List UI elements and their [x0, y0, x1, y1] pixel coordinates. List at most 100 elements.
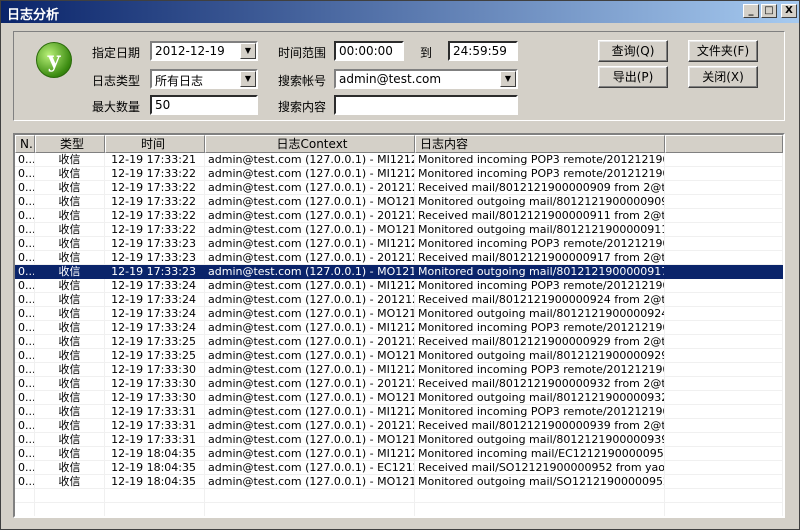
table-cell: Monitored incoming POP3 remote/201212190… — [415, 237, 665, 251]
title-bar[interactable]: 日志分析 _ □ X — [1, 1, 799, 23]
log-table[interactable]: N. 类型 时间 日志Context 日志内容 0... 收信 12-19 17:3… — [13, 133, 785, 518]
table-cell: Received mail/8012121900000929 from 2@te… — [415, 335, 665, 349]
table-cell-empty — [665, 307, 783, 321]
table-cell-empty — [665, 181, 783, 195]
table-row[interactable]: 0... 收信 12-19 17:33:31 admin@test.com (127.… — [15, 405, 783, 419]
column-header-context[interactable]: 日志Context — [205, 135, 415, 153]
table-cell: 0... — [15, 293, 35, 307]
table-row[interactable]: 0... 收信 12-19 17:33:21 admin@test.com (127.… — [15, 153, 783, 167]
table-cell: 12-19 17:33:22 — [105, 167, 205, 181]
table-cell-empty — [665, 251, 783, 265]
table-row[interactable]: 0... 收信 12-19 17:33:30 admin@test.com (127.… — [15, 391, 783, 405]
time-to-input[interactable]: 24:59:59 — [448, 41, 518, 61]
table-cell: admin@test.com (127.0.0.1) - EC12121... — [205, 461, 415, 475]
table-row[interactable]: 0... 收信 12-19 17:33:30 admin@test.com (127.… — [15, 363, 783, 377]
table-cell-empty — [665, 335, 783, 349]
table-row[interactable]: 0... 收信 12-19 17:33:22 admin@test.com (127.… — [15, 181, 783, 195]
table-cell: Monitored incoming mail/EC12121900000953… — [415, 447, 665, 461]
table-cell: admin@test.com (127.0.0.1) - MI12121... — [205, 279, 415, 293]
table-cell-empty — [665, 461, 783, 475]
table-cell: admin@test.com (127.0.0.1) - MI12121... — [205, 153, 415, 167]
table-row[interactable]: 0... 收信 12-19 17:33:25 admin@test.com (127.… — [15, 349, 783, 363]
table-row[interactable]: 0... 收信 12-19 17:33:24 admin@test.com (127.… — [15, 279, 783, 293]
table-row[interactable]: 0... 收信 12-19 17:33:22 admin@test.com (127.… — [15, 223, 783, 237]
table-cell: admin@test.com (127.0.0.1) - MI12121... — [205, 321, 415, 335]
table-cell: 收信 — [35, 195, 105, 209]
table-cell: 12-19 17:33:25 — [105, 335, 205, 349]
maximize-button[interactable]: □ — [761, 4, 777, 18]
table-row[interactable]: 0... 收信 12-19 18:04:35 admin@test.com (127.… — [15, 461, 783, 475]
table-row[interactable]: 0... 收信 12-19 18:04:35 admin@test.com (127.… — [15, 475, 783, 489]
table-row[interactable]: 0... 收信 12-19 17:33:24 admin@test.com (127.… — [15, 307, 783, 321]
chevron-down-icon[interactable]: ▼ — [240, 43, 256, 59]
table-cell: admin@test.com (127.0.0.1) - MI12121... — [205, 167, 415, 181]
table-cell: Received mail/8012121900000909 from 2@te… — [415, 181, 665, 195]
column-header-time[interactable]: 时间 — [105, 135, 205, 153]
table-cell: Monitored outgoing mail/8012121900000911… — [415, 223, 665, 237]
table-cell: 收信 — [35, 349, 105, 363]
table-header: N. 类型 时间 日志Context 日志内容 — [15, 135, 783, 153]
table-cell: admin@test.com (127.0.0.1) - 2012121... — [205, 209, 415, 223]
account-select[interactable]: admin@test.com ▼ — [334, 69, 518, 89]
table-cell: Received mail/8012121900000911 from 2@te… — [415, 209, 665, 223]
table-cell: 收信 — [35, 461, 105, 475]
table-cell: admin@test.com (127.0.0.1) - 2012121... — [205, 251, 415, 265]
table-row[interactable]: 0... 收信 12-19 17:33:25 admin@test.com (127.… — [15, 335, 783, 349]
time-from-input[interactable]: 00:00:00 — [334, 41, 404, 61]
column-header-no[interactable]: N. — [15, 135, 35, 153]
table-cell: 12-19 17:33:24 — [105, 279, 205, 293]
table-cell: 0... — [15, 237, 35, 251]
table-cell: 收信 — [35, 475, 105, 489]
table-cell: 收信 — [35, 181, 105, 195]
table-row[interactable]: 0... 收信 12-19 17:33:23 admin@test.com (127.… — [15, 265, 783, 279]
table-row[interactable]: 0... 收信 12-19 18:04:35 admin@test.com (127.… — [15, 447, 783, 461]
log-type-value: 所有日志 — [155, 74, 204, 88]
table-cell: admin@test.com (127.0.0.1) - MO12121... — [205, 391, 415, 405]
table-cell: 12-19 17:33:23 — [105, 237, 205, 251]
table-cell: admin@test.com (127.0.0.1) - 2012121... — [205, 377, 415, 391]
table-cell: Received mail/8012121900000932 from 2@te… — [415, 377, 665, 391]
table-cell-empty — [665, 237, 783, 251]
table-cell: 收信 — [35, 391, 105, 405]
content-search-input[interactable] — [334, 95, 518, 115]
table-cell: 12-19 17:33:21 — [105, 153, 205, 167]
table-cell-empty — [665, 223, 783, 237]
table-cell: 0... — [15, 265, 35, 279]
table-row[interactable]: 0... 收信 12-19 17:33:31 admin@test.com (127.… — [15, 419, 783, 433]
table-cell: Monitored outgoing mail/8012121900000929… — [415, 349, 665, 363]
log-type-select[interactable]: 所有日志 ▼ — [150, 69, 258, 89]
close-window-button[interactable]: X — [781, 4, 797, 18]
table-row[interactable]: 0... 收信 12-19 17:33:24 admin@test.com (127.… — [15, 293, 783, 307]
column-header-content[interactable]: 日志内容 — [415, 135, 665, 153]
table-row[interactable]: 0... 收信 12-19 17:33:31 admin@test.com (127.… — [15, 433, 783, 447]
table-row[interactable]: 0... 收信 12-19 17:33:23 admin@test.com (127.… — [15, 237, 783, 251]
account-label: 搜索帐号 — [278, 74, 327, 88]
table-cell-empty — [665, 167, 783, 181]
table-row[interactable]: 0... 收信 12-19 17:33:22 admin@test.com (127.… — [15, 167, 783, 181]
query-button[interactable]: 查询(Q) — [598, 40, 668, 62]
table-cell: admin@test.com (127.0.0.1) - MO12121... — [205, 475, 415, 489]
table-row[interactable]: 0... 收信 12-19 17:33:22 admin@test.com (127.… — [15, 209, 783, 223]
table-cell: 收信 — [35, 251, 105, 265]
column-header-type[interactable]: 类型 — [35, 135, 105, 153]
table-cell: 0... — [15, 363, 35, 377]
folder-button[interactable]: 文件夹(F) — [688, 40, 758, 62]
table-cell-empty — [205, 503, 415, 516]
table-cell: 收信 — [35, 433, 105, 447]
date-picker[interactable]: 2012-12-19 ▼ — [150, 41, 258, 61]
close-button[interactable]: 关闭(X) — [688, 66, 758, 88]
table-cell-empty — [665, 447, 783, 461]
table-row[interactable]: 0... 收信 12-19 17:33:22 admin@test.com (127.… — [15, 195, 783, 209]
table-row[interactable]: 0... 收信 12-19 17:33:23 admin@test.com (127.… — [15, 251, 783, 265]
chevron-down-icon[interactable]: ▼ — [500, 71, 516, 87]
table-row[interactable]: 0... 收信 12-19 17:33:30 admin@test.com (127.… — [15, 377, 783, 391]
max-count-input[interactable]: 50 — [150, 95, 258, 115]
table-cell: Received mail/8012121900000939 from 2@te… — [415, 419, 665, 433]
chevron-down-icon[interactable]: ▼ — [240, 71, 256, 87]
table-cell: admin@test.com (127.0.0.1) - MI12121... — [205, 405, 415, 419]
table-cell-empty — [665, 265, 783, 279]
minimize-button[interactable]: _ — [743, 4, 759, 18]
table-cell: 12-19 17:33:23 — [105, 265, 205, 279]
table-row[interactable]: 0... 收信 12-19 17:33:24 admin@test.com (127.… — [15, 321, 783, 335]
export-button[interactable]: 导出(P) — [598, 66, 668, 88]
